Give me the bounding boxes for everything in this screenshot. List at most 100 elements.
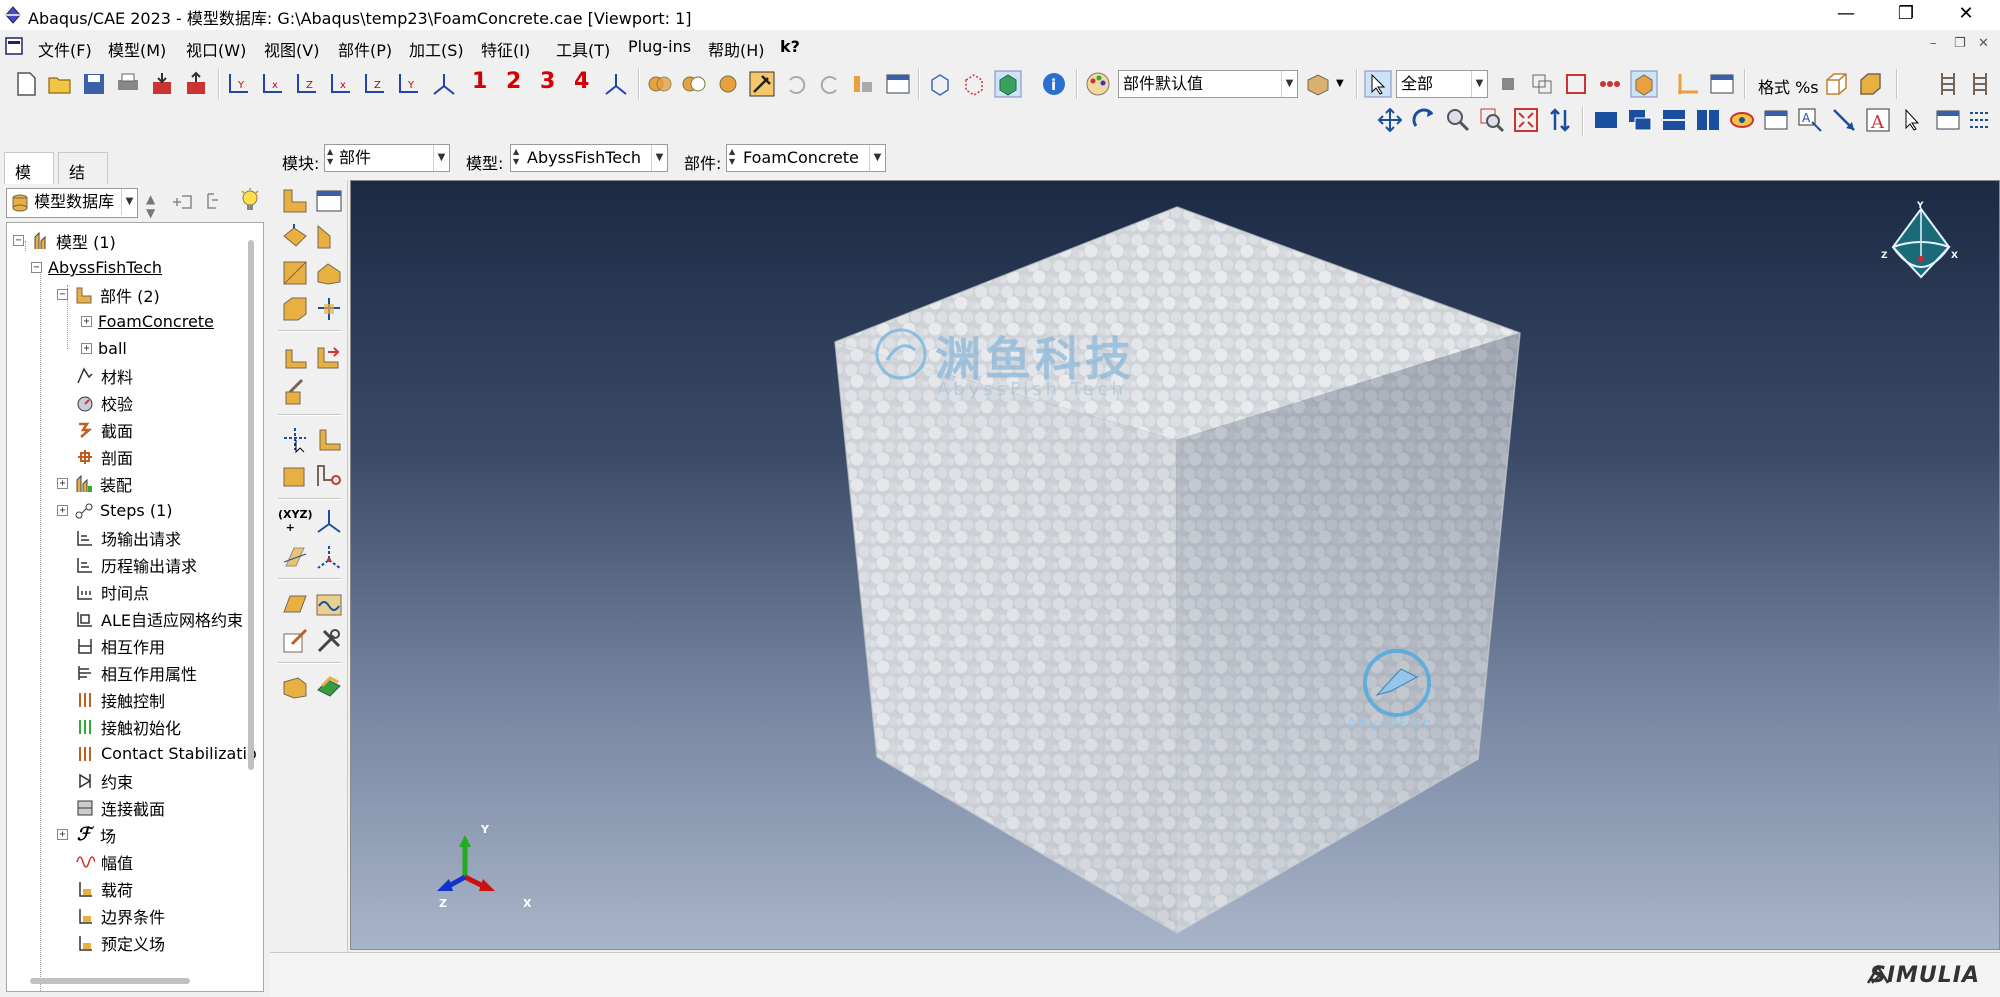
datum-axis-icon[interactable] xyxy=(314,506,344,536)
context-help-button[interactable]: k? xyxy=(780,37,800,56)
tab-results[interactable]: 结果 xyxy=(58,152,108,206)
tree-item-sections[interactable]: 截面 xyxy=(75,416,133,443)
menu-file[interactable]: 文件(F) xyxy=(38,37,92,61)
expand-icon[interactable]: + xyxy=(57,505,68,516)
collapse-icon[interactable]: − xyxy=(13,235,24,246)
extrude-solid-icon[interactable] xyxy=(280,222,310,252)
wireframe-icon[interactable] xyxy=(926,70,954,98)
tree-item-contact-stabilization[interactable]: Contact Stabilizatio xyxy=(75,740,257,767)
viewport-tile-horizontal-icon[interactable] xyxy=(1660,106,1688,134)
cut-extrude-icon[interactable] xyxy=(280,294,310,324)
tree-item-contact-initialization[interactable]: 接触初始化 xyxy=(75,713,181,740)
cube-solid-icon[interactable] xyxy=(1856,70,1884,98)
tree-item-predefined-fields[interactable]: 预定义场 xyxy=(75,929,165,956)
sphere-icon[interactable] xyxy=(714,70,742,98)
mdi-close-icon[interactable]: ✕ xyxy=(1978,36,1989,51)
tree-item-parts[interactable]: − 部件 (2) xyxy=(57,281,160,308)
annotation-manager-icon[interactable] xyxy=(1762,106,1790,134)
partition-cell-icon[interactable] xyxy=(280,424,310,454)
boolean-cut-icon[interactable] xyxy=(680,70,708,98)
tree-item-materials[interactable]: 材料 xyxy=(75,362,133,389)
expand-tree-icon[interactable] xyxy=(204,190,228,214)
viewport-layout-2-icon[interactable] xyxy=(1626,106,1654,134)
viewport-layout-1-icon[interactable] xyxy=(1592,106,1620,134)
repair-icon[interactable] xyxy=(280,378,310,408)
module-combo[interactable]: ▲ ▼ 部件 ▼ xyxy=(324,144,450,172)
auto-fit-icon[interactable] xyxy=(1512,106,1540,134)
view-iso-icon[interactable] xyxy=(430,70,458,98)
tree-item-part-foamconcrete[interactable]: + FoamConcrete xyxy=(81,308,214,335)
minimize-button[interactable]: — xyxy=(1816,0,1876,30)
print-icon[interactable] xyxy=(114,70,142,98)
tree-item-ale-constraints[interactable]: ALE自适应网格约束 xyxy=(75,605,243,632)
query-icon[interactable] xyxy=(850,70,878,98)
view-front-icon[interactable]: Y xyxy=(226,70,254,98)
tree-item-boundary-conditions[interactable]: 边界条件 xyxy=(75,902,165,929)
tree-item-assembly[interactable]: + 装配 xyxy=(57,470,132,497)
view-right-icon[interactable]: Y xyxy=(396,70,424,98)
tree-item-loads[interactable]: 载荷 xyxy=(75,875,133,902)
lightbulb-icon[interactable] xyxy=(238,188,262,214)
boolean-union-icon[interactable] xyxy=(646,70,674,98)
collapse-icon[interactable]: − xyxy=(57,289,68,300)
cycle-views-icon[interactable] xyxy=(1546,106,1574,134)
new-file-icon[interactable] xyxy=(12,70,40,98)
part-instance-icon[interactable] xyxy=(280,672,310,702)
render-style-combo[interactable]: 部件默认值 ▼ xyxy=(1118,70,1298,98)
viewport-tile-vertical-icon[interactable] xyxy=(1694,106,1722,134)
view-back-icon[interactable]: x xyxy=(260,70,288,98)
tree-item-calibrations[interactable]: 校验 xyxy=(75,389,133,416)
partition-face-icon[interactable] xyxy=(314,424,344,454)
edit-feature-icon[interactable] xyxy=(280,626,310,656)
link-viewports-icon[interactable] xyxy=(1728,106,1756,134)
import-icon[interactable] xyxy=(148,70,176,98)
virtual-topology-icon[interactable] xyxy=(280,460,310,490)
filter-tree-icon[interactable] xyxy=(170,190,194,214)
view-cube-icon[interactable] xyxy=(1881,201,1961,291)
datum-point-icon[interactable]: (XYZ) + xyxy=(278,508,312,534)
expand-icon[interactable]: + xyxy=(81,343,92,354)
rotate-icon[interactable] xyxy=(1410,106,1438,134)
tree-item-field-output[interactable]: 场输出请求 xyxy=(75,524,181,551)
part-copy-icon[interactable] xyxy=(314,672,344,702)
model-combo[interactable]: ▲ ▼ AbyssFishTech ▼ xyxy=(510,144,668,172)
tree-vertical-scrollbar[interactable] xyxy=(248,240,254,770)
user-view-4-button[interactable]: 4 xyxy=(574,69,589,94)
expand-icon[interactable]: + xyxy=(81,316,92,327)
color-code-icon[interactable] xyxy=(1304,70,1332,98)
menu-part[interactable]: 部件(P) xyxy=(338,37,392,61)
tree-item-model-abyssfishtech[interactable]: − AbyssFishTech xyxy=(31,254,163,281)
view-top-icon[interactable]: Z xyxy=(294,70,322,98)
menu-plugins[interactable]: Plug-ins xyxy=(628,37,691,56)
tab-model[interactable]: 模型 xyxy=(4,152,54,206)
chevron-down-icon[interactable]: ▼ xyxy=(1336,78,1344,89)
expand-icon[interactable]: + xyxy=(57,478,68,489)
tree-item-profiles[interactable]: 剖面 xyxy=(75,443,133,470)
tree-item-fields[interactable]: + ℱ 场 xyxy=(57,821,116,848)
axis-triad-icon[interactable] xyxy=(602,70,630,98)
undo-icon[interactable] xyxy=(782,70,810,98)
planar-shell-icon[interactable] xyxy=(280,258,310,288)
user-view-1-button[interactable]: 1 xyxy=(472,69,487,94)
part-combo[interactable]: ▲ ▼ FoamConcrete ▼ xyxy=(726,144,886,172)
expand-icon[interactable]: + xyxy=(57,829,68,840)
shaded-icon[interactable] xyxy=(994,70,1022,98)
menu-feature[interactable]: 特征(I) xyxy=(481,37,530,61)
tree-item-part-ball[interactable]: + ball xyxy=(81,335,127,362)
mdi-minimize-icon[interactable]: – xyxy=(1930,36,1937,51)
view-left-icon[interactable]: Z xyxy=(362,70,390,98)
user-view-3-button[interactable]: 3 xyxy=(540,69,555,94)
create-part-icon[interactable] xyxy=(280,186,310,216)
part-manager-icon[interactable] xyxy=(314,186,344,216)
round-fillet-icon[interactable] xyxy=(280,342,310,372)
tree-item-history-output[interactable]: 历程输出请求 xyxy=(75,551,197,578)
menu-viewport[interactable]: 视口(W) xyxy=(186,37,246,61)
table-icon[interactable] xyxy=(884,70,912,98)
user-view-2-button[interactable]: 2 xyxy=(506,69,521,94)
redo-icon[interactable] xyxy=(816,70,844,98)
database-combo[interactable]: 模型数据库 ▼ xyxy=(6,188,138,218)
zoom-icon[interactable] xyxy=(1444,106,1472,134)
info-icon[interactable]: i xyxy=(1040,70,1068,98)
ladder-icon[interactable] xyxy=(1934,70,1962,98)
split-edge-icon[interactable] xyxy=(314,460,344,490)
